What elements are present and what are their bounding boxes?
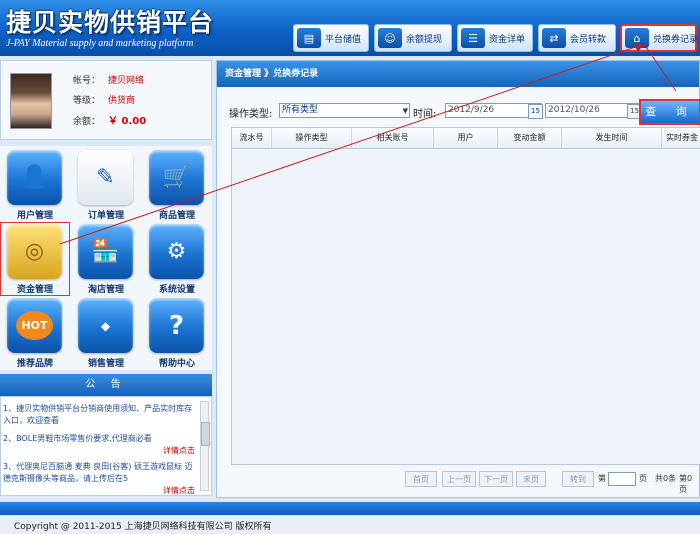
records-table: 流水号 操作类型 相关账号 用户 变动金额 发生时间 实时券金 — [231, 127, 700, 465]
withdraw-button-label: 余额提现 — [406, 34, 443, 45]
tile-user-management[interactable]: 👤 用户管理 — [0, 148, 70, 222]
notice-scrollbar[interactable] — [200, 401, 210, 491]
notice-more-link[interactable]: 详情点击 — [3, 445, 195, 457]
notice-item[interactable]: 3、代理奥尼百脑通 麦典 良田(谷客) 硕王游戏鼠标 迈德克斯摄像头等商品，请上… — [3, 461, 195, 495]
next-page-button[interactable]: 下一页 — [479, 471, 513, 487]
main-panel: 资金管理 》兑换券记录 操作类型: 所有类型 ▼ 时间: 2012/9/26 1… — [216, 60, 700, 498]
hot-icon: HOT — [7, 298, 62, 353]
function-tiles: 👤 用户管理 ✎ 订单管理 🛒 商品管理 ◎ 资金管理 🏪 淘店管理 ⚙ 系统设… — [0, 146, 212, 370]
breadcrumb: 资金管理 》兑换券记录 — [217, 61, 699, 87]
col-related-account: 相关账号 — [352, 128, 434, 148]
total-count: 共0条 — [655, 474, 677, 483]
balance-value: ￥ 0.00 — [108, 116, 147, 127]
user-info-panel: 帐号： 捷贝网络 等级： 供货商 余额： ￥ 0.00 — [0, 60, 212, 140]
sale-tag-icon: ◆ — [78, 298, 133, 353]
fund-details-button-label: 资金详单 — [489, 34, 526, 45]
page-number-input[interactable] — [608, 472, 636, 486]
notice-more-link[interactable]: 详情点击 — [3, 485, 195, 495]
shop-icon: 🏪 — [78, 224, 133, 279]
order-icon: ✎ — [78, 150, 133, 205]
level-row: 等级： 供货商 — [73, 96, 136, 106]
page-suffix: 页 — [639, 474, 647, 483]
tile-system-settings[interactable]: ⚙ 系统设置 — [142, 222, 212, 296]
header-banner: 捷贝实物供销平台 J-PAY Material supply and marke… — [0, 0, 700, 56]
type-select[interactable]: 所有类型 ▼ — [279, 103, 410, 118]
notice-item[interactable]: 2、BOLE男鞋市场零售价要求,代理商必看 详情点击 — [3, 433, 195, 457]
voucher-records-button[interactable]: ⌂ 兑换券记录 — [620, 24, 699, 52]
tile-sales-management[interactable]: ◆ 销售管理 — [71, 296, 141, 370]
transfer-icon: ⇄ — [542, 28, 566, 48]
fund-details-button[interactable]: ☰ 资金详单 — [457, 24, 533, 52]
first-page-button[interactable]: 首页 — [405, 471, 437, 487]
user-icon: 👤 — [7, 150, 62, 205]
account-row: 帐号： 捷贝网络 — [73, 76, 145, 86]
col-user: 用户 — [434, 128, 498, 148]
level-value: 供货商 — [108, 96, 136, 106]
chevron-down-icon: ▼ — [402, 107, 408, 115]
tile-product-management[interactable]: 🛒 商品管理 — [142, 148, 212, 222]
avatar — [10, 73, 52, 129]
page-indicator: 第0页 — [679, 474, 693, 494]
time-label: 时间: — [413, 109, 437, 120]
topup-button[interactable]: ▤ 平台储值 — [293, 24, 369, 52]
tile-fund-management[interactable]: ◎ 资金管理 — [0, 222, 70, 296]
goto-page-button[interactable]: 转到 — [562, 471, 594, 487]
page-prefix: 第 — [598, 474, 606, 483]
document-icon: ☰ — [461, 28, 485, 48]
person-icon: ☺ — [378, 28, 402, 48]
tile-order-management[interactable]: ✎ 订单管理 — [71, 148, 141, 222]
query-button[interactable]: 查 询 — [639, 99, 700, 125]
tile-recommended-brands[interactable]: HOT 推荐品牌 — [0, 296, 70, 370]
cart-icon: 🛒 — [149, 150, 204, 205]
calendar-icon[interactable]: 15 — [528, 104, 543, 119]
voucher-records-button-label: 兑换券记录 — [653, 34, 699, 45]
type-filter-label: 操作类型: — [229, 109, 273, 120]
home-document-icon: ⌂ — [625, 28, 649, 48]
prev-page-button[interactable]: 上一页 — [442, 471, 476, 487]
notice-title: 公 告 — [0, 374, 212, 396]
col-amount: 变动金额 — [498, 128, 562, 148]
id-card-icon: ▤ — [297, 28, 321, 48]
col-realtime-voucher: 实时券金 — [666, 133, 698, 142]
col-time: 发生时间 — [562, 128, 662, 148]
account-value: 捷贝网络 — [108, 76, 145, 86]
member-transfer-button-label: 会员转款 — [570, 34, 607, 45]
notice-list: 1、捷贝实物供销平台分销商使用须知、产品实时库存入口，欢迎查看 2、BOLE男鞋… — [3, 403, 195, 495]
balance-row: 余额： ￥ 0.00 — [73, 116, 147, 127]
brand-title: 捷贝实物供销平台 — [6, 8, 215, 37]
copyright-text: Copyright @ 2011-2015 上海捷贝网络科技有限公司 版权所有 — [14, 522, 272, 532]
coins-icon: ◎ — [7, 224, 62, 279]
scroll-thumb[interactable] — [201, 422, 210, 446]
notice-board: 1、捷贝实物供销平台分销商使用须知、产品实时库存入口，欢迎查看 2、BOLE男鞋… — [0, 396, 212, 496]
tile-shop-management[interactable]: 🏪 淘店管理 — [71, 222, 141, 296]
brand-subtitle: J-PAY Material supply and marketing plat… — [6, 38, 194, 49]
table-header: 流水号 操作类型 相关账号 用户 变动金额 发生时间 实时券金 — [232, 128, 700, 149]
last-page-button[interactable]: 末页 — [516, 471, 546, 487]
withdraw-button[interactable]: ☺ 余额提现 — [374, 24, 452, 52]
col-operation-type: 操作类型 — [272, 128, 352, 148]
topup-button-label: 平台储值 — [325, 34, 362, 45]
member-transfer-button[interactable]: ⇄ 会员转款 — [538, 24, 616, 52]
notice-item[interactable]: 1、捷贝实物供销平台分销商使用须知、产品实时库存入口，欢迎查看 — [3, 403, 195, 427]
col-serial: 流水号 — [232, 128, 272, 148]
tile-help-center[interactable]: ? 帮助中心 — [142, 296, 212, 370]
gear-icon: ⚙ — [149, 224, 204, 279]
help-icon: ? — [149, 298, 204, 353]
